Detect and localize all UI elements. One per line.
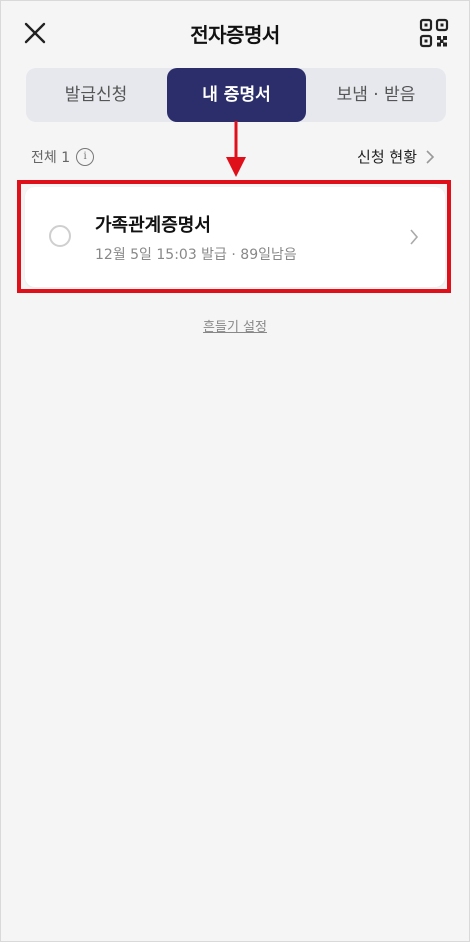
header: 전자증명서 xyxy=(1,1,469,65)
app-screen: 전자증명서 발급신청 내 증명서 보냄 · 받음 전체 1 i 신청 현황 가족… xyxy=(0,0,470,942)
qr-code-icon[interactable] xyxy=(419,18,449,48)
chevron-right-icon xyxy=(426,149,435,164)
page-title: 전자증명서 xyxy=(190,23,280,47)
info-icon[interactable]: i xyxy=(76,148,95,166)
annotation-arrow-icon xyxy=(226,121,246,177)
shake-setting-link[interactable]: 흔들기 설정 xyxy=(1,316,469,335)
count-label: 전체 1 xyxy=(31,150,71,166)
certificate-count: 전체 1 i xyxy=(31,147,95,167)
segmented-tabs: 발급신청 내 증명서 보냄 · 받음 xyxy=(26,68,446,122)
status-link-label: 신청 현황 xyxy=(357,148,417,166)
tab-my-certificates[interactable]: 내 증명서 xyxy=(167,68,306,122)
tab-issue-request[interactable]: 발급신청 xyxy=(26,68,166,122)
tab-sent-received[interactable]: 보냄 · 받음 xyxy=(306,68,446,122)
application-status-link[interactable]: 신청 현황 xyxy=(357,146,435,167)
annotation-highlight-box xyxy=(17,180,451,293)
